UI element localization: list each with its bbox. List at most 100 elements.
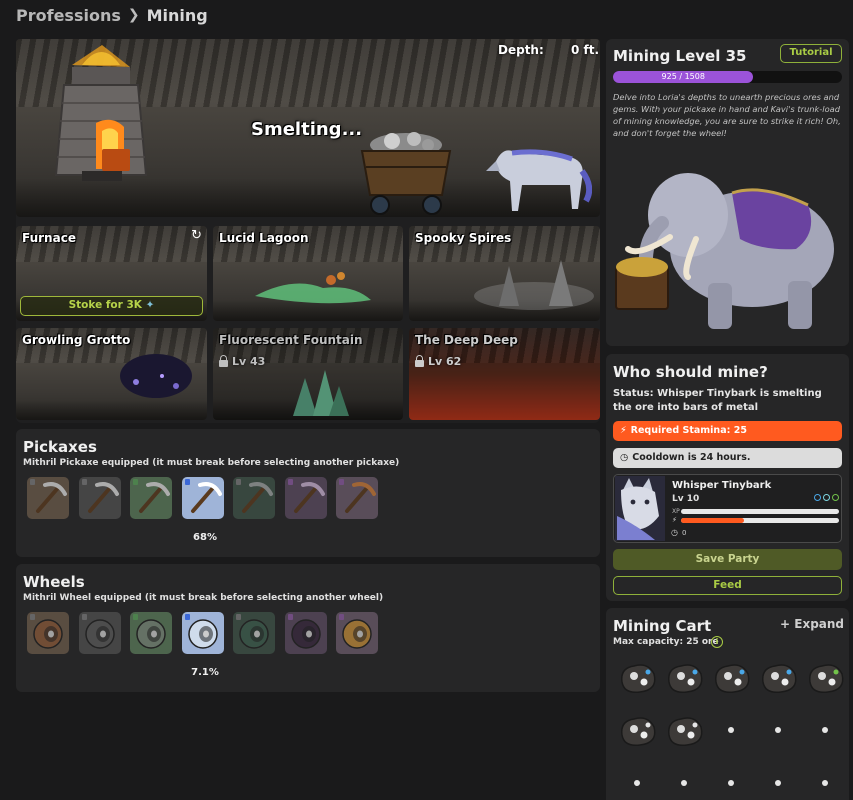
- mammoth-illustration: [615, 173, 834, 329]
- wheel-slot[interactable]: [336, 612, 378, 654]
- pickaxe-slot[interactable]: [27, 477, 69, 519]
- bookmark-icon: [339, 614, 344, 620]
- lock-icon: [219, 355, 228, 367]
- ore-rock-shape: [809, 664, 844, 694]
- location-name: The Deep Deep: [415, 333, 518, 347]
- clock-icon: ◷: [620, 452, 629, 463]
- bookmark-icon: [339, 479, 344, 485]
- location-tile-fluorescent-fountain[interactable]: Fluorescent Fountain Lv 43: [213, 328, 403, 420]
- save-party-button[interactable]: Save Party: [613, 549, 842, 570]
- pickaxe-slot[interactable]: [78, 477, 121, 519]
- bookmark-icon: [236, 479, 241, 485]
- wheel-slot[interactable]: [284, 612, 327, 654]
- location-name: Furnace: [22, 231, 76, 245]
- xp-progress-text: 925 / 1508: [661, 72, 705, 81]
- lock-level: Lv 43: [232, 355, 266, 368]
- equipped-badge-icon: [184, 479, 190, 485]
- grotto-glow-shape: [120, 354, 192, 398]
- ore-rock-shape: [668, 664, 703, 694]
- pickaxe-slot[interactable]: [284, 477, 327, 519]
- ore-rock-shape: [668, 717, 703, 747]
- wheel-slot[interactable]: [27, 612, 69, 654]
- wolf-pet-illustration: [486, 149, 592, 211]
- ore-rock-shape: [715, 664, 750, 694]
- bookmark-icon: [133, 614, 138, 620]
- mining-level-title: Mining Level 35: [613, 47, 747, 65]
- location-tile-growling-grotto[interactable]: Growling Grotto: [16, 328, 207, 420]
- pickaxes-title: Pickaxes: [23, 438, 97, 456]
- empty-cart-slot: [822, 727, 828, 733]
- pet-level: Lv 10: [672, 494, 700, 504]
- empty-cart-slot: [728, 727, 734, 733]
- pet-stamina-track: [681, 518, 839, 523]
- wheels-subtitle: Mithril Wheel equipped (it must break be…: [23, 593, 384, 603]
- ore-chunk-icon[interactable]: [806, 660, 846, 696]
- ore-rock-shape: [762, 664, 797, 694]
- tutorial-button[interactable]: Tutorial: [780, 44, 842, 63]
- pickaxe-slot[interactable]: [233, 477, 275, 519]
- pickaxes-subtitle: Mithril Pickaxe equipped (it must break …: [23, 458, 400, 468]
- ore-chunk-icon[interactable]: [759, 660, 799, 696]
- lightning-icon: ⚡: [620, 425, 627, 436]
- wheel-slot[interactable]: [233, 612, 275, 654]
- furnace-illustration: [54, 45, 148, 181]
- breadcrumb: Professions ❯ Mining: [16, 5, 208, 25]
- wheels-title: Wheels: [23, 573, 85, 591]
- bookmark-icon: [81, 614, 87, 620]
- bookmark-icon: [287, 614, 293, 620]
- air-element-icon: [823, 494, 830, 501]
- stoke-button-label: Stoke for 3K: [68, 299, 142, 311]
- bookmark-icon: [30, 479, 35, 485]
- ore-cart-illustration: [360, 132, 452, 215]
- pickaxe-durability: 68%: [193, 532, 217, 543]
- clock-icon: ◷: [671, 528, 678, 537]
- location-name: Fluorescent Fountain: [219, 333, 363, 347]
- breadcrumb-current: Mining: [146, 5, 208, 25]
- location-tile-spooky-spires[interactable]: Spooky Spires: [409, 226, 600, 321]
- pickaxe-slot[interactable]: [336, 477, 378, 519]
- location-tile-the-deep-deep[interactable]: The Deep Deep Lv 62: [409, 328, 600, 420]
- wheel-slot[interactable]: [130, 612, 172, 654]
- empty-cart-slot: [775, 727, 781, 733]
- mining-description: Delve into Loria's depths to unearth pre…: [613, 92, 841, 138]
- ore-chunk-icon[interactable]: [665, 660, 705, 696]
- ore-chunk-icon[interactable]: [712, 660, 752, 696]
- wheels-panel: Wheels Mithril Wheel equipped (it must b…: [16, 564, 600, 692]
- mining-cart-title: Mining Cart: [613, 617, 712, 635]
- mining-scene: Smelting... Depth: 0 ft.: [16, 39, 600, 217]
- who-should-mine-title: Who should mine?: [613, 363, 768, 381]
- expand-button[interactable]: + Expand: [780, 617, 844, 631]
- water-element-icon: [814, 494, 821, 501]
- bookmark-icon: [236, 614, 241, 620]
- pet-xp-label: XP: [672, 508, 680, 515]
- lagoon-water-shape: [255, 272, 371, 304]
- refresh-icon[interactable]: ↻: [191, 228, 202, 243]
- pet-element-icons: [814, 494, 839, 501]
- depth-value: 0 ft.: [571, 43, 600, 57]
- spires-fog-shape: [474, 260, 594, 310]
- fountain-crystals-shape: [293, 370, 349, 416]
- pickaxes-panel: Pickaxes Mithril Pickaxe equipped (it mu…: [16, 429, 600, 557]
- ore-chunk-icon[interactable]: [665, 713, 705, 749]
- ore-rock-shape: [621, 717, 656, 747]
- info-icon[interactable]: i: [711, 636, 723, 648]
- pickaxe-slot[interactable]: [130, 477, 172, 519]
- mining-cart-panel: Mining Cart + Expand Max capacity: 25 or…: [606, 608, 849, 800]
- pet-stamina-count: 0: [682, 529, 687, 537]
- wheel-slot[interactable]: [78, 612, 121, 654]
- ore-chunk-icon[interactable]: [618, 713, 658, 749]
- empty-cart-slot: [634, 780, 640, 786]
- pet-card[interactable]: Whisper Tinybark Lv 10 XP ⚡ ◷ 0: [613, 474, 842, 543]
- bookmark-icon: [287, 479, 293, 485]
- location-tile-lucid-lagoon[interactable]: Lucid Lagoon: [213, 226, 403, 321]
- ore-chunk-icon[interactable]: [618, 660, 658, 696]
- lock-icon: [415, 355, 424, 367]
- feed-button[interactable]: Feed: [613, 576, 842, 595]
- stoke-furnace-button[interactable]: Stoke for 3K ✦: [20, 296, 203, 316]
- breadcrumb-professions-link[interactable]: Professions: [16, 6, 121, 25]
- wheel-slot[interactable]: [181, 612, 224, 654]
- pickaxe-slot[interactable]: [181, 477, 224, 519]
- location-tile-furnace[interactable]: Furnace ↻ Stoke for 3K ✦: [16, 226, 207, 321]
- bookmark-icon: [133, 479, 138, 485]
- level-lock: Lv 43: [219, 355, 265, 368]
